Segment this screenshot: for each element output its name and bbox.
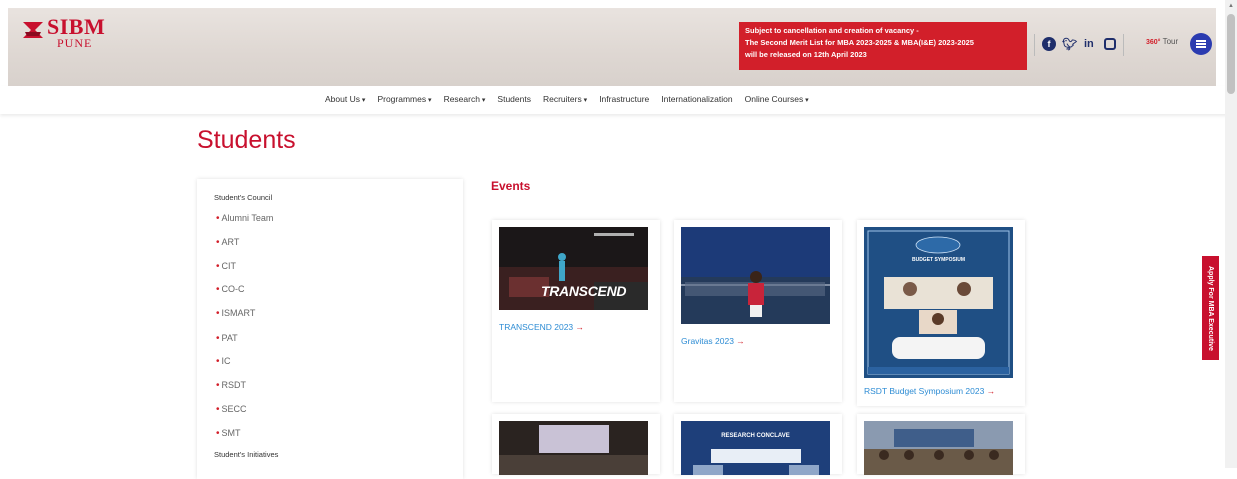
facebook-icon[interactable]: f	[1042, 37, 1056, 51]
tour-label: Tour	[1162, 37, 1179, 46]
events-heading: Events	[491, 179, 531, 193]
sidebar-item-cit[interactable]: • CIT	[216, 261, 236, 272]
sidebar-heading[interactable]: Student's Initiatives	[214, 450, 278, 459]
event-caption-link[interactable]: TRANSCEND 2023	[499, 322, 584, 332]
virtual-tour-link[interactable]: 360° Tour	[1146, 37, 1178, 46]
nav-research[interactable]: Research	[444, 94, 486, 104]
sidebar-item-label: CO-C	[221, 284, 245, 294]
event-image: RESEARCH CONCLAVE	[681, 421, 830, 475]
event-card[interactable]: RESEARCH CONCLAVE	[674, 414, 842, 475]
announcement-line: will be released on 12th April 2023	[745, 50, 867, 59]
event-image: BUDGET SYMPOSIUM	[864, 227, 1013, 378]
bullet-icon: •	[216, 333, 220, 344]
divider	[1123, 34, 1124, 56]
conclave-poster	[681, 421, 830, 475]
nav-internationalization[interactable]: Internationalization	[661, 94, 732, 104]
bullet-icon: •	[216, 404, 220, 415]
event-image: TRANSCEND	[499, 227, 648, 310]
announcement-line: Subject to cancellation and creation of …	[745, 26, 919, 35]
sports-photo	[681, 227, 830, 324]
apply-mba-executive-tab[interactable]: Apply For MBA Executive	[1202, 256, 1219, 360]
event-card[interactable]	[857, 414, 1025, 475]
menu-line	[1196, 40, 1206, 42]
sidebar-item-label: PAT	[221, 333, 238, 343]
event-image-text: TRANSCEND	[541, 283, 627, 299]
event-card[interactable]	[492, 414, 660, 475]
nav-programmes[interactable]: Programmes	[377, 94, 431, 104]
event-card[interactable]: Gravitas 2023	[674, 220, 842, 402]
page-title: Students	[197, 126, 296, 154]
social-links	[1104, 36, 1116, 52]
site-header: SIBM PUNE Subject to cancellation and cr…	[8, 8, 1216, 86]
page-scrollbar[interactable]: ▲	[1225, 0, 1237, 468]
sidebar: Student's Council • Alumni Team • ART • CIT…	[197, 179, 463, 479]
main-nav: About Us Programmes Research Students Re…	[0, 86, 1237, 114]
symposium-poster	[864, 227, 1013, 378]
bullet-icon: •	[216, 308, 220, 319]
sidebar-item-label: SECC	[221, 404, 247, 414]
nav-about-us[interactable]: About Us	[325, 94, 365, 104]
nav-recruiters[interactable]: Recruiters	[543, 94, 587, 104]
bullet-icon: •	[216, 356, 220, 367]
sidebar-item-pat[interactable]: • PAT	[216, 333, 238, 344]
twitter-icon[interactable]: 🐦︎	[1062, 37, 1077, 51]
event-caption-link[interactable]: Gravitas 2023	[681, 336, 745, 346]
sidebar-item-label: ART	[221, 237, 240, 247]
menu-line	[1196, 46, 1206, 48]
bullet-icon: •	[216, 237, 220, 248]
event-image	[499, 421, 648, 475]
sidebar-item-ic[interactable]: • IC	[216, 356, 231, 367]
sibm-logo[interactable]: SIBM PUNE	[21, 14, 121, 50]
sidebar-item-label: RSDT	[221, 380, 247, 390]
scroll-up-arrow-icon[interactable]: ▲	[1228, 3, 1234, 9]
sidebar-item-secc[interactable]: • SECC	[216, 404, 247, 415]
bullet-icon: •	[216, 261, 220, 272]
event-caption-link[interactable]: RSDT Budget Symposium 2023	[864, 386, 995, 396]
nav-students[interactable]: Students	[497, 94, 531, 104]
menu-line	[1196, 43, 1206, 45]
sidebar-item-alumni-team[interactable]: • Alumni Team	[216, 213, 273, 224]
nav-infrastructure[interactable]: Infrastructure	[599, 94, 649, 104]
announcement-line: The Second Merit List for MBA 2023-2025 …	[745, 38, 974, 47]
event-image	[864, 421, 1013, 475]
poster-title: BUDGET SYMPOSIUM	[911, 257, 966, 263]
nav-online-courses[interactable]: Online Courses	[745, 94, 809, 104]
sidebar-item-smt[interactable]: • SMT	[216, 428, 241, 439]
sidebar-item-ismart[interactable]: • ISMART	[216, 308, 255, 319]
sidebar-item-label: CIT	[221, 261, 237, 271]
announcement-banner[interactable]: Subject to cancellation and creation of …	[739, 22, 1027, 70]
bullet-icon: •	[216, 213, 220, 224]
scrollbar-thumb[interactable]	[1227, 14, 1235, 94]
sidebar-item-label: IC	[221, 356, 231, 366]
instagram-icon[interactable]	[1104, 38, 1116, 50]
event-image	[681, 227, 830, 324]
sidebar-item-co-c[interactable]: • CO-C	[216, 284, 245, 295]
event-card[interactable]: TRANSCEND TRANSCEND 2023	[492, 220, 660, 402]
sidebar-item-label: ISMART	[221, 308, 256, 318]
divider	[1034, 34, 1035, 56]
sidebar-heading[interactable]: Student's Council	[214, 193, 272, 202]
sidebar-item-label: SMT	[221, 428, 241, 438]
social-links: 🐦︎	[1062, 36, 1077, 52]
event-card[interactable]: BUDGET SYMPOSIUM RSDT Budget Symposium 2…	[857, 220, 1025, 406]
linkedin-icon[interactable]: in	[1084, 38, 1094, 50]
bullet-icon: •	[216, 380, 220, 391]
auditorium-photo	[499, 421, 648, 475]
poster-title: RESEARCH CONCLAVE	[721, 433, 790, 439]
bullet-icon: •	[216, 284, 220, 295]
social-links: f	[1042, 36, 1056, 52]
social-links: in	[1084, 36, 1094, 52]
sidebar-item-label: Alumni Team	[221, 213, 274, 223]
sidebar-item-art[interactable]: • ART	[216, 237, 239, 248]
sidebar-item-rsdt[interactable]: • RSDT	[216, 380, 246, 391]
tour-360-icon: 360°	[1146, 39, 1161, 46]
hamburger-menu-button[interactable]	[1190, 33, 1212, 55]
logo-city: PUNE	[57, 36, 93, 50]
logo-emblem-icon	[23, 22, 43, 38]
group-photo	[864, 421, 1013, 475]
bullet-icon: •	[216, 428, 220, 439]
